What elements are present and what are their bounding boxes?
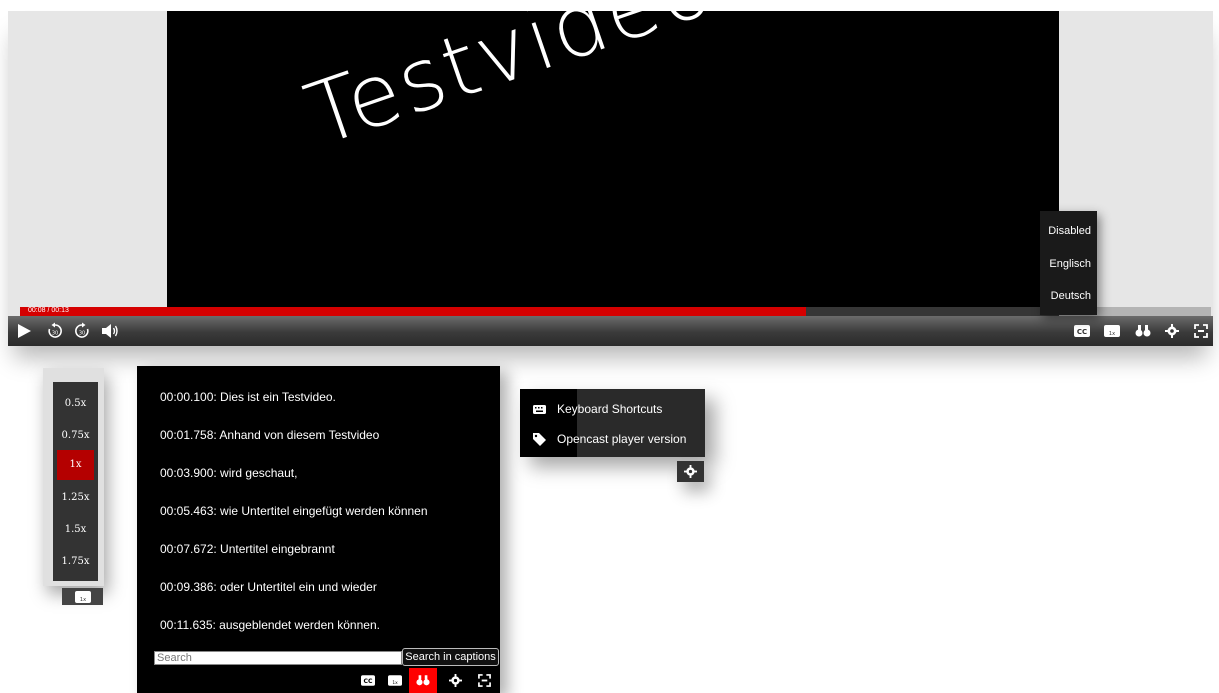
- play-icon: [18, 324, 31, 338]
- time-readout: 00:08 / 00:13: [28, 307, 69, 314]
- speed-option-1-5x[interactable]: 1.5x: [53, 515, 98, 545]
- captions-button[interactable]: CC: [359, 671, 377, 689]
- caption-line[interactable]: 00:00.100: Dies ist ein Testvideo.: [160, 390, 336, 404]
- tag-icon: [532, 432, 546, 446]
- search-tooltip: Search in captions: [402, 648, 499, 666]
- caption-line[interactable]: 00:03.900: wird geschaut,: [160, 466, 297, 480]
- speed-option-0-5x[interactable]: 0.5x: [53, 389, 98, 419]
- settings-panel-button[interactable]: [677, 461, 704, 482]
- caption-line[interactable]: 00:07.672: Untertitel eingebrannt: [160, 542, 335, 556]
- caption-search-input[interactable]: Search: [154, 651, 402, 665]
- caption-panel-controls: CC 1x: [137, 668, 500, 693]
- speed-icon: 1x: [75, 591, 91, 603]
- settings-menu-strip: [520, 389, 577, 457]
- rewind-button[interactable]: 30: [44, 320, 66, 342]
- search-captions-button[interactable]: [1133, 321, 1153, 341]
- binoculars-icon: [416, 675, 430, 686]
- svg-text:1x: 1x: [392, 680, 398, 686]
- caption-line[interactable]: 00:05.463: wie Untertitel eingefügt werd…: [160, 504, 428, 518]
- video-display[interactable]: Testvideo: [167, 11, 1059, 318]
- caption-option-disabled[interactable]: Disabled: [1040, 225, 1097, 237]
- caption-line[interactable]: 00:01.758: Anhand von diesem Testvideo: [160, 428, 379, 442]
- volume-icon: [102, 324, 118, 338]
- svg-text:CC: CC: [1077, 328, 1087, 336]
- menu-item-label: Opencast player version: [557, 432, 687, 446]
- svg-text:CC: CC: [364, 678, 373, 685]
- caption-option-deutsch[interactable]: Deutsch: [1040, 290, 1097, 302]
- caption-language-menu: Disabled Englisch Deutsch: [1040, 211, 1097, 315]
- forward-button[interactable]: 30: [71, 320, 93, 342]
- playback-speed-button[interactable]: 1x: [386, 671, 404, 689]
- rewind-icon: 30: [48, 322, 62, 338]
- caption-search-panel: [137, 366, 500, 693]
- gear-icon: [1165, 324, 1179, 338]
- playback-speed-button[interactable]: 1x: [1102, 321, 1122, 341]
- menu-item-keyboard-shortcuts[interactable]: Keyboard Shortcuts: [532, 402, 662, 416]
- captions-button[interactable]: CC: [1072, 321, 1092, 341]
- search-captions-button-active[interactable]: [409, 668, 437, 693]
- gear-icon: [684, 465, 697, 478]
- caption-line[interactable]: 00:11.635: ausgeblendet werden können.: [160, 618, 380, 632]
- caption-line[interactable]: 00:09.386: oder Untertitel ein und wiede…: [160, 580, 377, 594]
- progress-bar-fill: [20, 307, 806, 316]
- svg-text:30: 30: [52, 331, 58, 337]
- closed-captions-icon: CC: [361, 674, 375, 686]
- settings-menu: Keyboard Shortcuts Opencast player versi…: [520, 389, 705, 457]
- svg-text:1x: 1x: [1109, 331, 1115, 337]
- speed-menu: 0.5x 0.75x 1x 1.25x 1.5x 1.75x: [53, 382, 98, 581]
- speed-panel-button[interactable]: 1x: [62, 588, 103, 605]
- speed-option-1-25x[interactable]: 1.25x: [53, 483, 98, 513]
- speed-icon: 1x: [1104, 325, 1120, 337]
- speed-option-1x[interactable]: 1x: [57, 450, 94, 480]
- menu-item-player-version[interactable]: Opencast player version: [532, 432, 686, 446]
- gear-icon: [448, 673, 462, 687]
- player-controls-bar: [8, 316, 1213, 346]
- speed-option-1-75x[interactable]: 1.75x: [53, 547, 98, 577]
- video-frame-text: Testvideo: [294, 11, 727, 167]
- menu-item-label: Keyboard Shortcuts: [557, 402, 663, 416]
- settings-button-main[interactable]: [1162, 321, 1182, 341]
- play-button[interactable]: [13, 320, 35, 342]
- svg-text:30: 30: [79, 331, 85, 337]
- fullscreen-button[interactable]: [475, 671, 493, 689]
- fullscreen-icon: [1194, 324, 1208, 338]
- settings-button[interactable]: [446, 671, 464, 689]
- keyboard-icon: [532, 404, 546, 414]
- speed-icon: 1x: [388, 674, 402, 686]
- binoculars-icon: [1135, 325, 1151, 337]
- volume-button[interactable]: [99, 320, 121, 342]
- forward-icon: 30: [75, 322, 89, 338]
- caption-option-englisch[interactable]: Englisch: [1040, 258, 1097, 270]
- closed-captions-icon: CC: [1074, 325, 1090, 337]
- svg-text:1x: 1x: [80, 597, 86, 603]
- fullscreen-button[interactable]: [1191, 321, 1211, 341]
- fullscreen-icon: [477, 673, 491, 687]
- speed-option-0-75x[interactable]: 0.75x: [53, 421, 98, 451]
